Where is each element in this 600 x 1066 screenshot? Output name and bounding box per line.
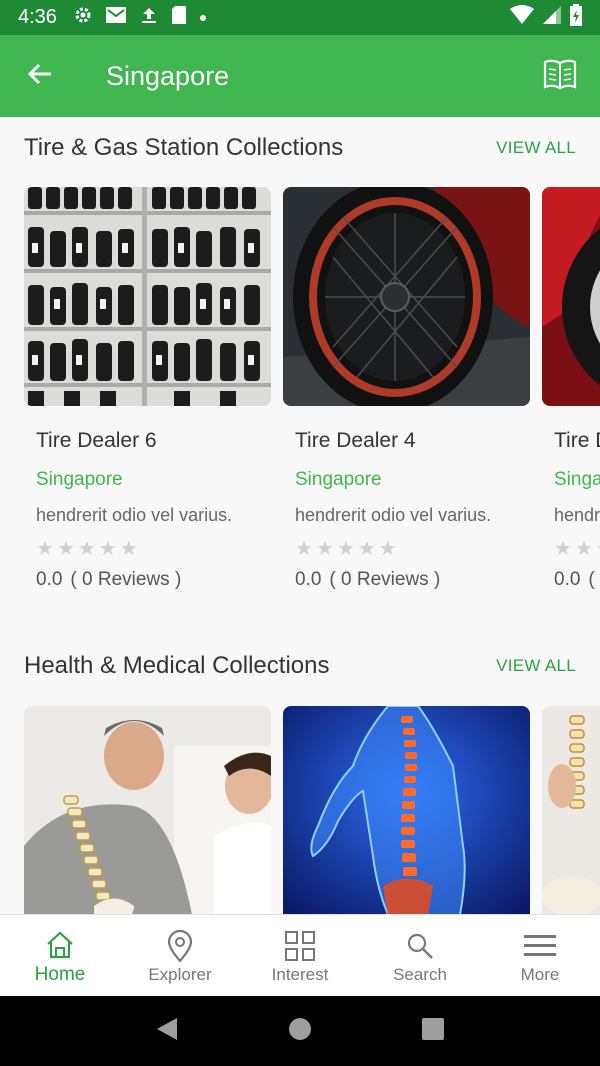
- battery-icon: [570, 4, 582, 31]
- nav-label: More: [520, 964, 560, 984]
- card-description: hendrerit odio vel varius.: [554, 505, 600, 525]
- book-icon: [543, 58, 577, 95]
- card-title: Tire Dealer 5: [554, 429, 600, 452]
- star-icon: ★: [98, 538, 117, 560]
- book-button[interactable]: [520, 35, 600, 117]
- star-icon: ★: [56, 538, 75, 560]
- nav-label: Interest: [271, 964, 329, 984]
- tire-shelf-image: [24, 187, 271, 406]
- card-title: Tire Dealer 4: [295, 429, 416, 452]
- star-icon: ★: [295, 538, 313, 560]
- card-location: Singapore: [295, 469, 382, 490]
- star-icon: ★: [596, 539, 600, 559]
- status-time: 4:36: [18, 6, 57, 28]
- rating-summary: 0.0 ( 0 Reviews ): [295, 569, 440, 591]
- nav-more[interactable]: More: [480, 915, 600, 996]
- collection-card[interactable]: [542, 706, 600, 914]
- nav-interest[interactable]: Interest: [240, 915, 360, 996]
- nav-label: Search: [393, 964, 447, 984]
- nav-home[interactable]: Home: [0, 915, 120, 996]
- search-icon: [406, 927, 434, 965]
- star-icon: ★: [315, 538, 334, 560]
- star-icon: ★: [378, 538, 397, 560]
- signal-icon: [542, 5, 562, 30]
- location-pin-icon: [167, 927, 193, 965]
- home-circle-icon[interactable]: [288, 1017, 312, 1046]
- section-header-tire: Tire & Gas Station Collections VIEW ALL: [24, 128, 576, 168]
- content-area[interactable]: Tire & Gas Station Collections VIEW ALL: [0, 117, 600, 914]
- mail-icon: [105, 6, 127, 29]
- collection-card[interactable]: Tire Dealer 4 Singapore hendrerit odio v…: [283, 187, 530, 590]
- review-count: ( 0 Reviews ): [329, 569, 441, 590]
- settings-icon: [73, 5, 93, 30]
- view-all-button[interactable]: VIEW ALL: [496, 656, 576, 676]
- star-icon: ★: [36, 538, 54, 560]
- rating-value: 0.0: [554, 569, 581, 590]
- chiropractor-image: [24, 706, 271, 914]
- bottom-navigation: Home Explorer Interest Search More: [0, 914, 600, 996]
- view-all-button[interactable]: VIEW ALL: [496, 138, 576, 158]
- collection-card[interactable]: Tire Dealer 6 Singapore hendrerit odio v…: [24, 187, 271, 590]
- card-description: hendrerit odio vel varius.: [36, 505, 233, 525]
- section-title: Health & Medical Collections: [24, 652, 330, 679]
- rating-summary: 0.0 ( 0 Reviews ): [554, 569, 600, 591]
- spine-model-image: [542, 706, 600, 914]
- sd-card-icon: [171, 5, 187, 30]
- arrow-left-icon: [27, 62, 53, 91]
- star-icon: ★: [119, 538, 138, 560]
- star-icon: ★: [554, 538, 572, 560]
- card-description: hendrerit odio vel varius.: [295, 505, 492, 525]
- home-icon: [45, 926, 75, 964]
- rating-summary: 0.0 ( 0 Reviews ): [36, 569, 181, 591]
- app-bar: Singapore: [0, 35, 600, 117]
- collection-card[interactable]: [24, 706, 271, 914]
- card-location: Singapore: [554, 469, 600, 490]
- recents-square-icon[interactable]: [421, 1017, 445, 1046]
- star-icon: ★: [574, 538, 593, 560]
- review-count: ( 0 Reviews ): [70, 569, 182, 590]
- star-rating: ★★★★★: [295, 539, 397, 559]
- notification-dot-icon: [199, 9, 207, 27]
- grid-icon: [284, 927, 316, 965]
- card-location: Singapore: [36, 469, 123, 490]
- wifi-icon: [510, 5, 534, 30]
- collection-card[interactable]: [283, 706, 530, 914]
- spine-xray-image: [283, 706, 530, 914]
- section-header-health: Health & Medical Collections VIEW ALL: [24, 646, 576, 686]
- status-bar: 4:36: [0, 0, 600, 35]
- nav-search[interactable]: Search: [360, 915, 480, 996]
- car-wheel-image: [542, 187, 600, 406]
- review-count: ( 0 Reviews ): [588, 569, 600, 590]
- back-triangle-icon[interactable]: [155, 1016, 179, 1047]
- nav-label: Explorer: [148, 964, 212, 984]
- star-icon: ★: [336, 538, 355, 560]
- upload-icon: [139, 5, 159, 30]
- star-rating: ★★★★★: [554, 539, 600, 559]
- rating-value: 0.0: [295, 569, 322, 590]
- system-navigation-bar: [0, 996, 600, 1066]
- star-icon: ★: [357, 538, 376, 560]
- collection-card[interactable]: Tire Dealer 5 Singapore hendrerit odio v…: [542, 187, 600, 590]
- nav-label: Home: [34, 963, 86, 985]
- star-rating: ★★★★★: [36, 539, 138, 559]
- menu-icon: [524, 927, 556, 965]
- card-title: Tire Dealer 6: [36, 429, 157, 452]
- nav-explorer[interactable]: Explorer: [120, 915, 240, 996]
- page-title: Singapore: [106, 60, 230, 91]
- red-wheel-image: [283, 187, 530, 406]
- star-icon: ★: [77, 538, 96, 560]
- rating-value: 0.0: [36, 569, 63, 590]
- section-title: Tire & Gas Station Collections: [24, 134, 344, 161]
- back-button[interactable]: [0, 35, 80, 117]
